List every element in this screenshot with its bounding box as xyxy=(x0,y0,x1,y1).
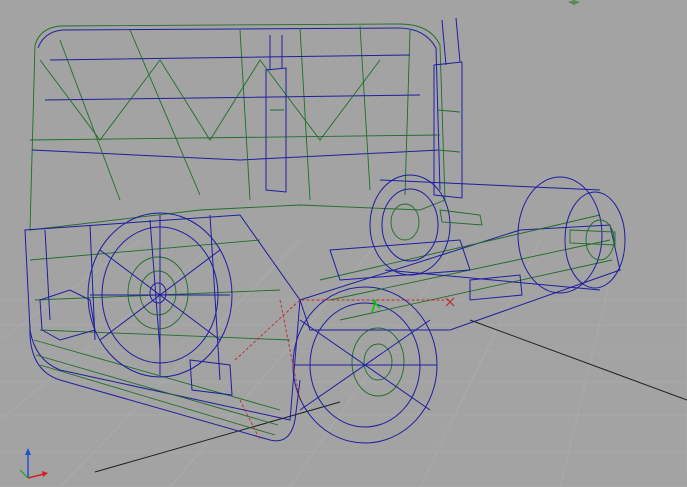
ground-grid xyxy=(0,239,687,487)
grid-axis-line-2 xyxy=(469,319,687,401)
view-indicator-icon[interactable] xyxy=(568,0,580,5)
viewport-canvas[interactable] xyxy=(0,0,687,487)
perspective-viewport[interactable] xyxy=(0,0,687,487)
truck-wireframe[interactable] xyxy=(24,17,626,444)
axis-gizmo xyxy=(19,448,48,479)
grid-axis-line xyxy=(94,401,341,473)
